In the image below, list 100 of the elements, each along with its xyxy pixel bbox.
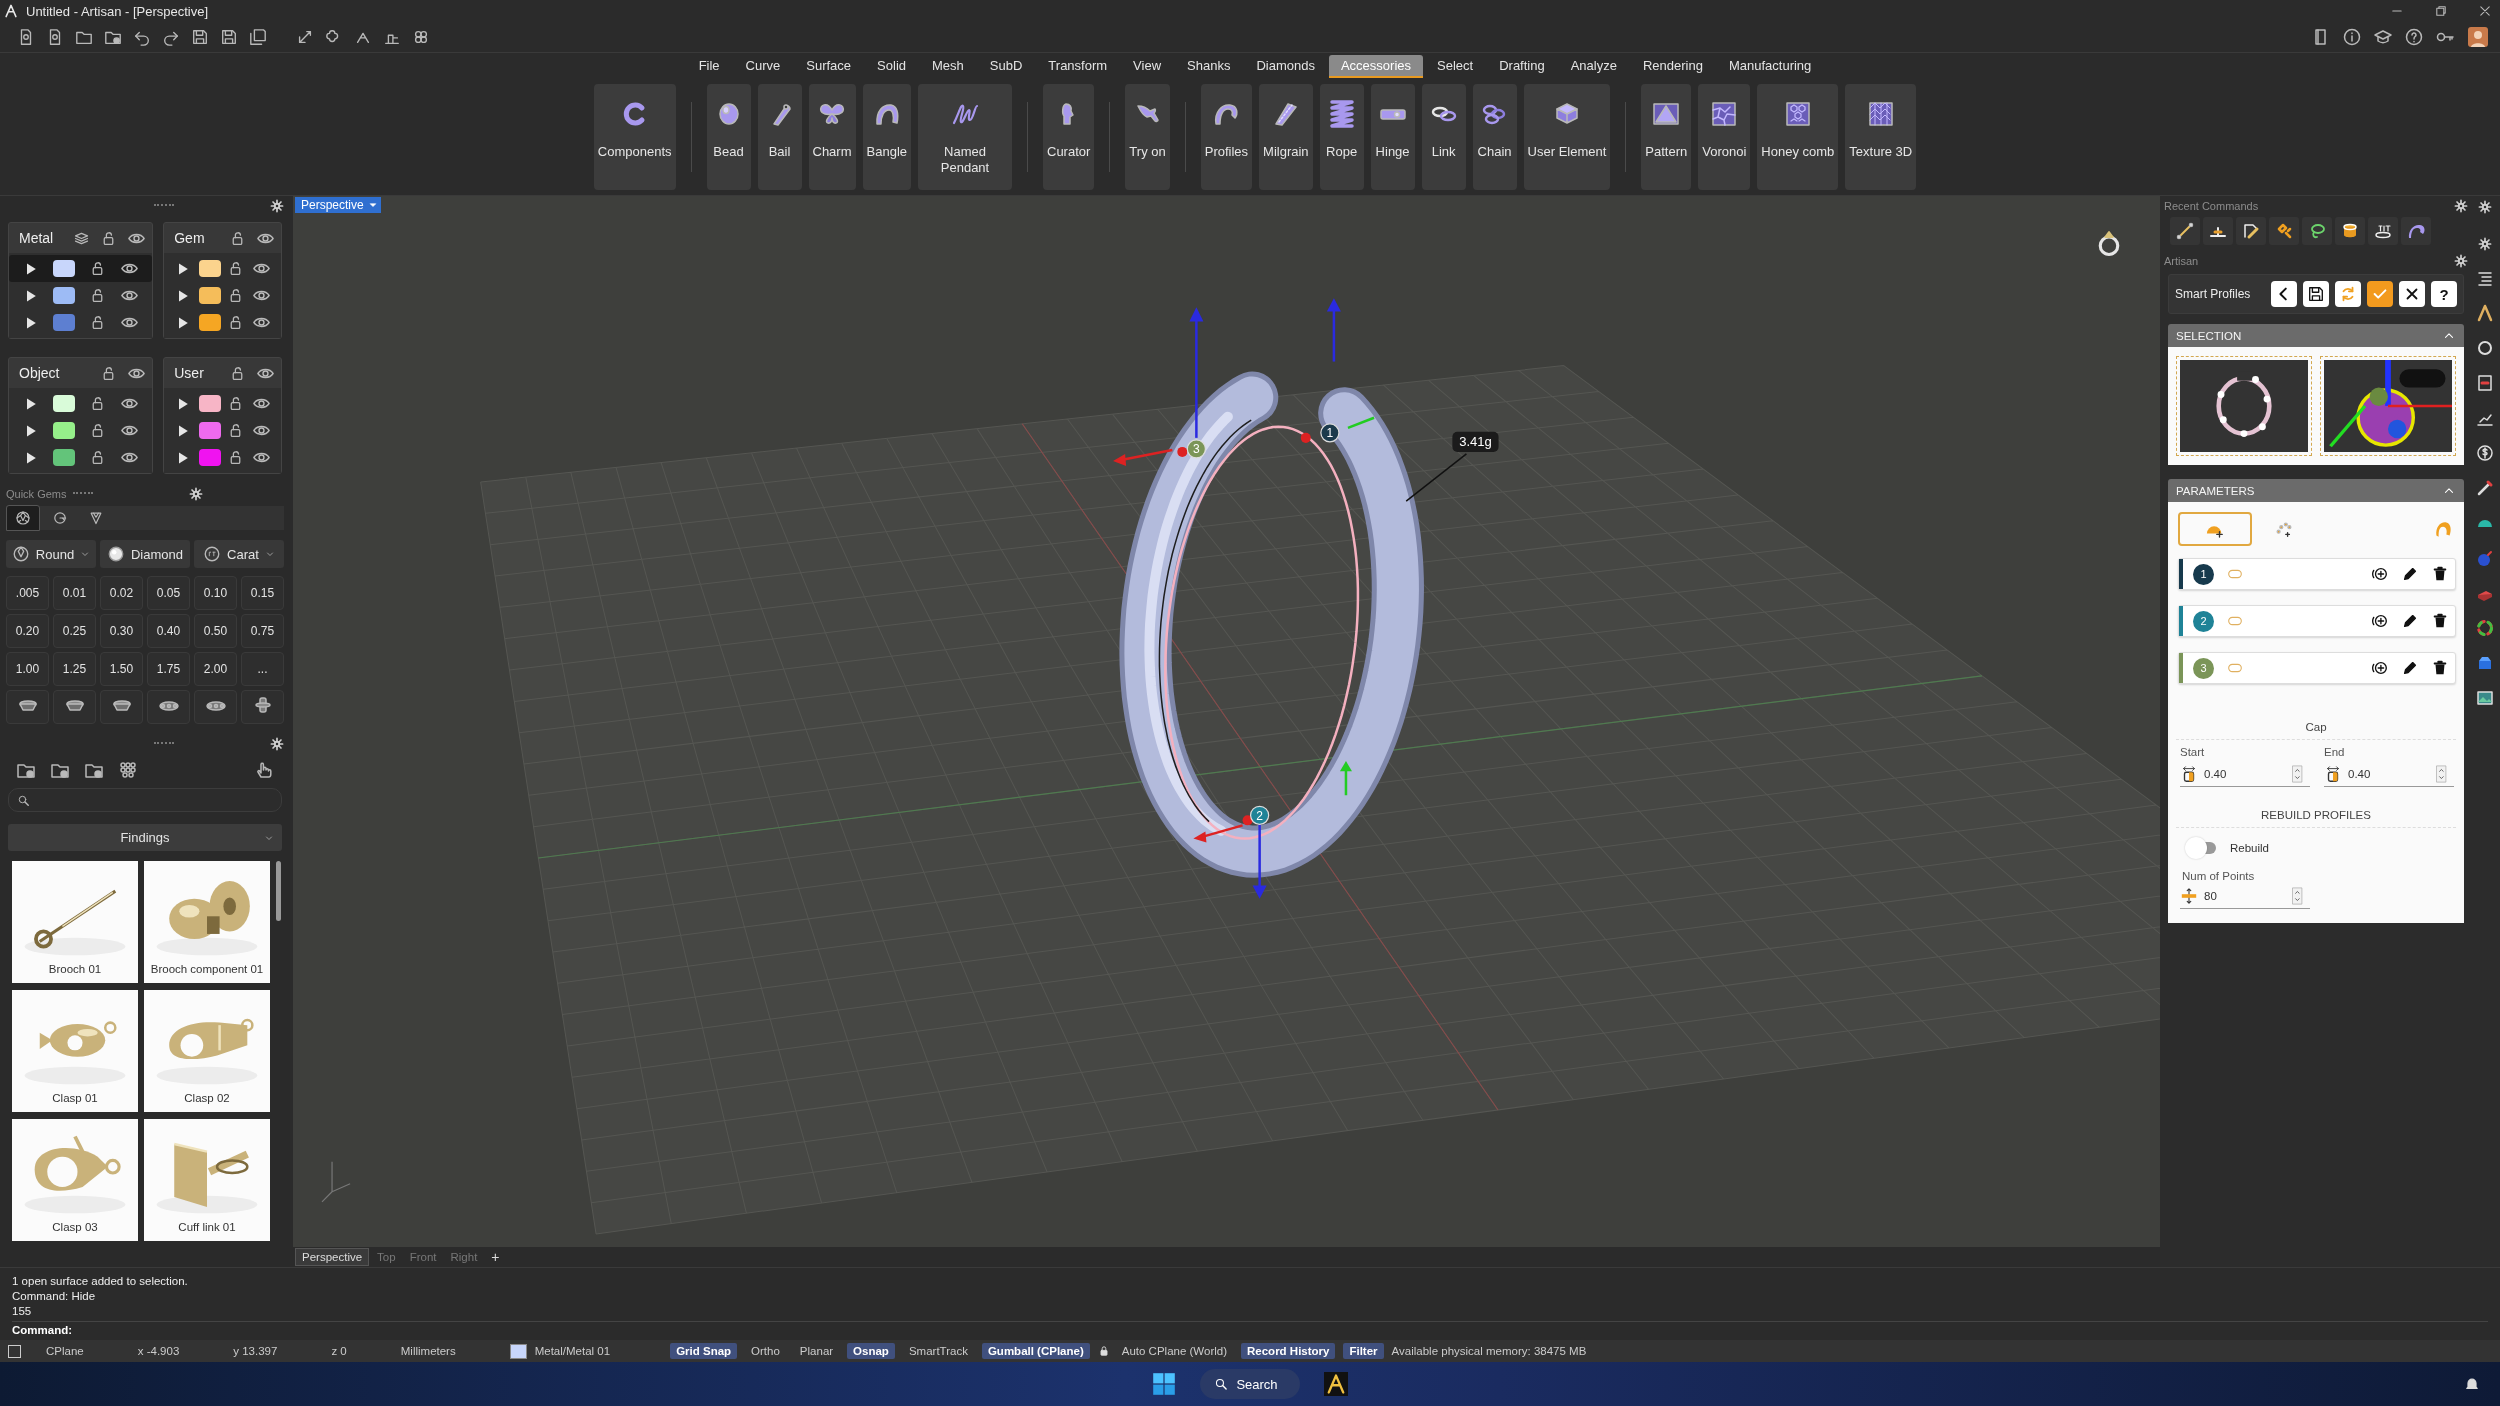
ribbon-button[interactable]: Bead [706, 84, 751, 190]
menu-tab[interactable]: View [1121, 54, 1174, 78]
menu-tab[interactable]: Transform [1036, 54, 1120, 78]
size-button[interactable]: 0.75 [241, 614, 284, 648]
taskbar-search[interactable]: Search [1200, 1369, 1300, 1399]
status-text: CPlane [46, 1345, 84, 1357]
toggle-label: Rebuild [2230, 842, 2269, 854]
status-toggle[interactable]: SmartTrack [902, 1343, 974, 1359]
spin-field[interactable]: 80 [2180, 884, 2310, 909]
size-button[interactable]: 0.40 [147, 614, 190, 648]
ribbon-button[interactable]: Named Pendant [918, 84, 1012, 190]
menu-tab[interactable]: File [686, 54, 732, 78]
menu-tab[interactable]: Shanks [1175, 54, 1243, 78]
layout-tab[interactable]: Perspective [295, 1248, 370, 1266]
ribbon-button[interactable]: Profiles [1200, 84, 1253, 190]
section-heading: REBUILD PROFILES [2176, 787, 2456, 828]
profile-marker[interactable]: 2 [1250, 805, 1270, 825]
status-toggle[interactable]: Record History [1241, 1343, 1336, 1359]
ribbon-button[interactable]: Texture 3D [1845, 84, 1917, 190]
menu-tab[interactable]: Manufacturing [1716, 54, 1824, 78]
command-history-line: 155 [12, 1304, 33, 1319]
status-toggle[interactable]: Planar [793, 1343, 840, 1359]
ribbon-button[interactable]: Pattern [1641, 84, 1692, 190]
spin-field[interactable]: 0.40 [2180, 762, 2310, 787]
spin-field[interactable]: 0.40 [2324, 762, 2454, 787]
profile-row[interactable]: 2 [2178, 605, 2456, 637]
field-label: Num of Points [2181, 869, 2256, 884]
field-value[interactable]: 0.40 [2348, 768, 2430, 780]
help-button[interactable]: ? [2431, 281, 2457, 307]
ribbon-button[interactable]: Milgrain [1259, 84, 1313, 190]
status-toggle[interactable]: Osnap [847, 1343, 895, 1359]
panel-title: Recent Commands [2164, 199, 2259, 212]
ribbon-button[interactable]: Chain [1472, 84, 1517, 190]
size-button[interactable]: 0.02 [100, 576, 143, 610]
layer-group-name: Object [19, 365, 60, 381]
size-button[interactable]: .005 [6, 576, 49, 610]
menu-tab[interactable]: Surface [794, 54, 864, 78]
menu-tab[interactable]: Diamonds [1244, 54, 1327, 78]
size-button[interactable]: 1.25 [53, 652, 96, 686]
size-button[interactable]: 0.20 [6, 614, 49, 648]
status-toggle[interactable]: Auto CPlane (World) [1115, 1343, 1233, 1359]
section-heading: Cap [2176, 699, 2456, 740]
tool-title: Smart Profiles [2175, 287, 2251, 301]
ribbon-button[interactable]: Honey comb [1757, 84, 1839, 190]
status-toggle[interactable]: Ortho [745, 1343, 786, 1359]
viewport-tab[interactable]: Perspective [295, 196, 381, 213]
ribbon-button[interactable]: Bail [757, 84, 802, 190]
status-text: y 13.397 [233, 1345, 278, 1357]
size-button[interactable]: ... [241, 652, 284, 686]
profile-row[interactable]: 1 [2178, 558, 2456, 590]
panel-title: Quick Gems [6, 488, 67, 500]
field-label: End [2324, 746, 2346, 758]
gem-button[interactable]: Diamond [100, 540, 190, 568]
size-button[interactable]: 0.01 [53, 576, 96, 610]
size-button[interactable]: 2.00 [194, 652, 237, 686]
current-layer[interactable]: Metal/Metal 01 [534, 1345, 611, 1357]
section-header[interactable]: SELECTION [2168, 324, 2464, 347]
menu-tab[interactable]: Analyze [1558, 54, 1629, 78]
ribbon-button[interactable]: Hinge [1370, 84, 1415, 190]
status-toggle[interactable]: Filter [1343, 1343, 1384, 1359]
menu-tab[interactable]: SubD [977, 54, 1035, 78]
ribbon-button[interactable]: Charm [808, 84, 856, 190]
profile-number: 2 [2193, 610, 2214, 632]
field-value[interactable]: 0.40 [2204, 768, 2286, 780]
size-button[interactable]: 1.00 [6, 652, 49, 686]
status-toggle[interactable]: Gumball (CPlane) [981, 1343, 1090, 1359]
section-header[interactable]: PARAMETERS [2168, 479, 2464, 502]
size-button[interactable]: 0.10 [194, 576, 237, 610]
gem-dropdown[interactable]: Carat [194, 540, 284, 568]
size-button[interactable]: 1.50 [100, 652, 143, 686]
field-value[interactable]: 80 [2204, 890, 2286, 902]
size-button[interactable]: 1.75 [147, 652, 190, 686]
gem-dropdown[interactable]: Round [6, 540, 96, 568]
ribbon-button[interactable]: Try on [1125, 84, 1170, 190]
size-button[interactable]: 0.30 [100, 614, 143, 648]
menu-tab[interactable]: Mesh [920, 54, 976, 78]
layer-group-name: Gem [174, 230, 205, 246]
profile-number: 3 [2193, 657, 2214, 679]
ribbon-button[interactable]: User Element [1523, 84, 1611, 190]
add-view-button[interactable]: + [485, 1247, 506, 1267]
menu-tab[interactable]: Select [1425, 54, 1486, 78]
ribbon-button[interactable]: Components [593, 84, 676, 190]
category-dropdown[interactable]: Findings [8, 824, 282, 851]
menu-tab[interactable]: Rendering [1630, 54, 1715, 78]
menu-tab[interactable]: Solid [865, 54, 918, 78]
ribbon-button[interactable]: Voronoi [1698, 84, 1751, 190]
menu-tab[interactable]: Drafting [1487, 54, 1557, 78]
ribbon-button[interactable]: Bangle [862, 84, 911, 190]
size-button[interactable]: 0.05 [147, 576, 190, 610]
ribbon-button[interactable]: Curator [1043, 84, 1095, 190]
status-toggle[interactable]: Grid Snap [670, 1343, 738, 1359]
size-button[interactable]: 0.15 [241, 576, 284, 610]
menu-tab[interactable]: Curve [733, 54, 793, 78]
status-text: x -4.903 [137, 1345, 180, 1357]
size-button[interactable]: 0.50 [194, 614, 237, 648]
ribbon-button[interactable]: Rope [1319, 84, 1364, 190]
profile-marker[interactable]: 1 [1320, 423, 1340, 443]
ribbon-button[interactable]: Link [1421, 84, 1466, 190]
command-prompt: Command: [12, 1324, 73, 1336]
size-button[interactable]: 0.25 [53, 614, 96, 648]
